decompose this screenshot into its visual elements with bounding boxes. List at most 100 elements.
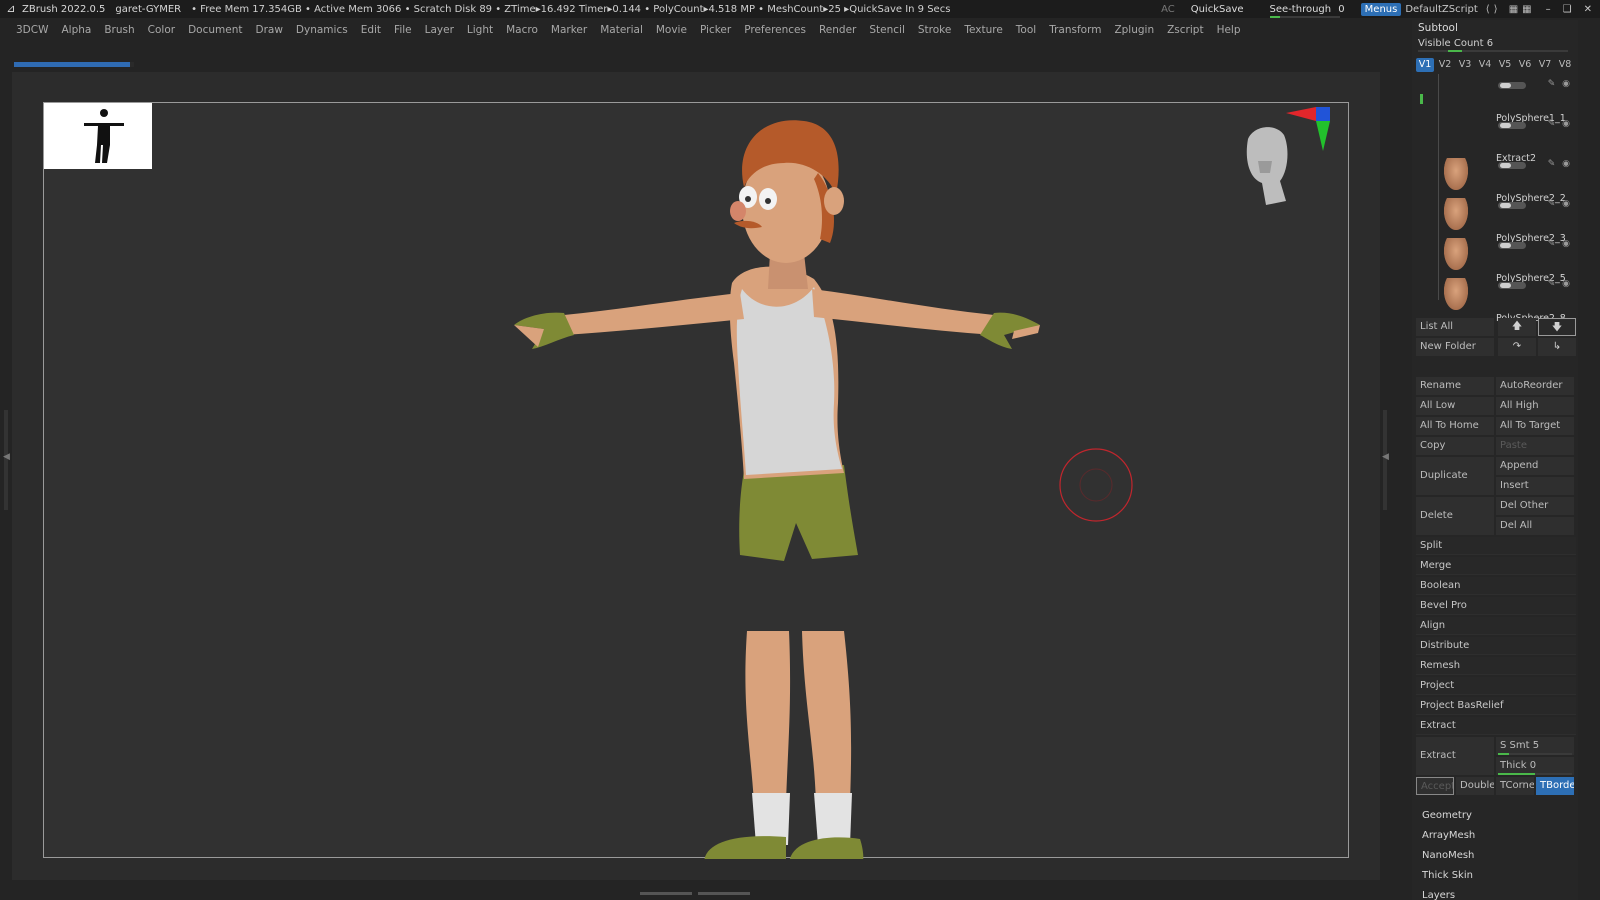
append-button[interactable]: Append bbox=[1496, 457, 1574, 475]
polypaint-toggle[interactable] bbox=[1498, 82, 1526, 89]
tab-v5[interactable]: V5 bbox=[1496, 58, 1514, 72]
subpalette-arraymesh[interactable]: ArrayMesh bbox=[1422, 830, 1475, 841]
menu-tool[interactable]: Tool bbox=[1016, 24, 1036, 36]
move-down-icon[interactable]: 🡇 bbox=[1538, 318, 1576, 336]
left-tray-arrow-icon[interactable]: ◀ bbox=[3, 452, 10, 462]
autoreorder-button[interactable]: AutoReorder bbox=[1496, 377, 1574, 395]
polypaint-toggle[interactable] bbox=[1498, 162, 1526, 169]
polypaint-toggle[interactable] bbox=[1498, 122, 1526, 129]
tab-v6[interactable]: V6 bbox=[1516, 58, 1534, 72]
section-merge[interactable]: Merge bbox=[1416, 557, 1576, 575]
copy-button[interactable]: Copy bbox=[1416, 437, 1494, 455]
all-high-button[interactable]: All High bbox=[1496, 397, 1574, 415]
subtool-item[interactable]: PolySphere2_5 ✎ ◉ bbox=[1438, 273, 1574, 314]
menu-document[interactable]: Document bbox=[188, 24, 242, 36]
folder-redo-icon[interactable]: ↷ bbox=[1498, 338, 1536, 356]
menus-toggle[interactable]: Menus bbox=[1360, 2, 1402, 16]
menu-brush[interactable]: Brush bbox=[104, 24, 134, 36]
subpalette-thick-skin[interactable]: Thick Skin bbox=[1422, 870, 1473, 881]
list-all-button[interactable]: List All bbox=[1416, 318, 1494, 336]
menu-alpha[interactable]: Alpha bbox=[61, 24, 91, 36]
subtool-item[interactable]: PolySphere2_3 ✎ ◉ bbox=[1438, 233, 1574, 274]
tab-v4[interactable]: V4 bbox=[1476, 58, 1494, 72]
section-bevel-pro[interactable]: Bevel Pro bbox=[1416, 597, 1576, 615]
layout-arrows-icon[interactable]: ⟨⟩ ▦▦ bbox=[1486, 4, 1536, 15]
section-boolean[interactable]: Boolean bbox=[1416, 577, 1576, 595]
tab-v8[interactable]: V8 bbox=[1556, 58, 1574, 72]
menu-material[interactable]: Material bbox=[600, 24, 643, 36]
visibility-eye-icon[interactable]: ✎ ◉ bbox=[1548, 79, 1572, 89]
menu-macro[interactable]: Macro bbox=[506, 24, 538, 36]
subtool-item[interactable]: PolySphere2_2 ✎ ◉ bbox=[1438, 193, 1574, 234]
del-all-button[interactable]: Del All bbox=[1496, 517, 1574, 535]
polypaint-toggle[interactable] bbox=[1498, 282, 1526, 289]
default-zscript-button[interactable]: DefaultZScript bbox=[1405, 4, 1477, 15]
menu-transform[interactable]: Transform bbox=[1049, 24, 1101, 36]
subtool-title[interactable]: Subtool bbox=[1418, 22, 1458, 34]
menu-marker[interactable]: Marker bbox=[551, 24, 587, 36]
del-other-button[interactable]: Del Other bbox=[1496, 497, 1574, 515]
tab-v1[interactable]: V1 bbox=[1416, 58, 1434, 72]
subpalette-geometry[interactable]: Geometry bbox=[1422, 810, 1472, 821]
menu-file[interactable]: File bbox=[394, 24, 412, 36]
section-remesh[interactable]: Remesh bbox=[1416, 657, 1576, 675]
navigation-thumbnail[interactable] bbox=[44, 103, 152, 169]
menu-stencil[interactable]: Stencil bbox=[869, 24, 905, 36]
visibility-eye-icon[interactable]: ✎ ◉ bbox=[1548, 239, 1572, 249]
bottom-tray-handle[interactable] bbox=[640, 890, 750, 896]
duplicate-button[interactable]: Duplicate bbox=[1416, 457, 1494, 495]
tab-v7[interactable]: V7 bbox=[1536, 58, 1554, 72]
visibility-eye-icon[interactable]: ✎ ◉ bbox=[1548, 159, 1572, 169]
visibility-eye-icon[interactable]: ✎ ◉ bbox=[1548, 199, 1572, 209]
menu-light[interactable]: Light bbox=[467, 24, 493, 36]
ac-button[interactable]: AC bbox=[1161, 4, 1175, 15]
section-align[interactable]: Align bbox=[1416, 617, 1576, 635]
visibility-eye-icon[interactable]: ✎ ◉ bbox=[1548, 119, 1572, 129]
subtool-item[interactable]: Extract2 ✎ ◉ bbox=[1438, 153, 1574, 194]
menu-zscript[interactable]: Zscript bbox=[1167, 24, 1203, 36]
delete-button[interactable]: Delete bbox=[1416, 497, 1494, 535]
close-icon[interactable]: ✕ bbox=[1584, 4, 1592, 15]
menu-3dcw[interactable]: 3DCW bbox=[16, 24, 48, 36]
menu-picker[interactable]: Picker bbox=[700, 24, 731, 36]
section-extract[interactable]: Extract bbox=[1416, 717, 1576, 735]
tab-v2[interactable]: V2 bbox=[1436, 58, 1454, 72]
section-project[interactable]: Project bbox=[1416, 677, 1576, 695]
extract-button[interactable]: Extract bbox=[1416, 737, 1494, 775]
tab-v3[interactable]: V3 bbox=[1456, 58, 1474, 72]
new-folder-button[interactable]: New Folder bbox=[1416, 338, 1494, 356]
menu-zplugin[interactable]: Zplugin bbox=[1114, 24, 1154, 36]
minimize-icon[interactable]: – bbox=[1546, 4, 1551, 15]
all-to-target-button[interactable]: All To Target bbox=[1496, 417, 1574, 435]
canvas-viewport[interactable] bbox=[43, 102, 1349, 859]
restore-icon[interactable]: ❏ bbox=[1563, 4, 1572, 15]
right-tray-arrow-icon[interactable]: ◀ bbox=[1382, 452, 1389, 462]
menu-draw[interactable]: Draw bbox=[255, 24, 282, 36]
menu-stroke[interactable]: Stroke bbox=[918, 24, 951, 36]
visible-count-slider[interactable]: Visible Count 6 bbox=[1418, 38, 1568, 52]
subtool-item[interactable]: PolySphere1_1 ✎ ◉ bbox=[1438, 113, 1574, 154]
accept-button[interactable]: Accept bbox=[1416, 777, 1454, 795]
all-low-button[interactable]: All Low bbox=[1416, 397, 1494, 415]
polypaint-toggle[interactable] bbox=[1498, 202, 1526, 209]
tborder-button[interactable]: TBorde bbox=[1536, 777, 1574, 795]
all-to-home-button[interactable]: All To Home bbox=[1416, 417, 1494, 435]
visibility-eye-icon[interactable]: ✎ ◉ bbox=[1548, 279, 1572, 289]
menu-edit[interactable]: Edit bbox=[361, 24, 381, 36]
folder-out-icon[interactable]: ↳ bbox=[1538, 338, 1576, 356]
double-button[interactable]: Double bbox=[1456, 777, 1494, 795]
menu-preferences[interactable]: Preferences bbox=[744, 24, 806, 36]
paste-button[interactable]: Paste bbox=[1496, 437, 1574, 455]
section-distribute[interactable]: Distribute bbox=[1416, 637, 1576, 655]
list-scroll-marker[interactable] bbox=[1420, 94, 1423, 104]
menu-layer[interactable]: Layer bbox=[425, 24, 454, 36]
subtool-list[interactable]: ✎ ◉ PolySphere1_1 ✎ ◉ Extract2 ✎ ◉ PolySphere… bbox=[1418, 74, 1574, 324]
tcorner-button[interactable]: TCorne bbox=[1496, 777, 1534, 795]
subpalette-nanomesh[interactable]: NanoMesh bbox=[1422, 850, 1474, 861]
section-split[interactable]: Split bbox=[1416, 537, 1576, 555]
subpalette-layers[interactable]: Layers bbox=[1422, 890, 1455, 900]
menu-dynamics[interactable]: Dynamics bbox=[296, 24, 348, 36]
menu-help[interactable]: Help bbox=[1217, 24, 1241, 36]
move-up-icon[interactable]: 🡅 bbox=[1498, 318, 1536, 336]
see-through-slider[interactable]: See-through 0 bbox=[1262, 4, 1345, 18]
